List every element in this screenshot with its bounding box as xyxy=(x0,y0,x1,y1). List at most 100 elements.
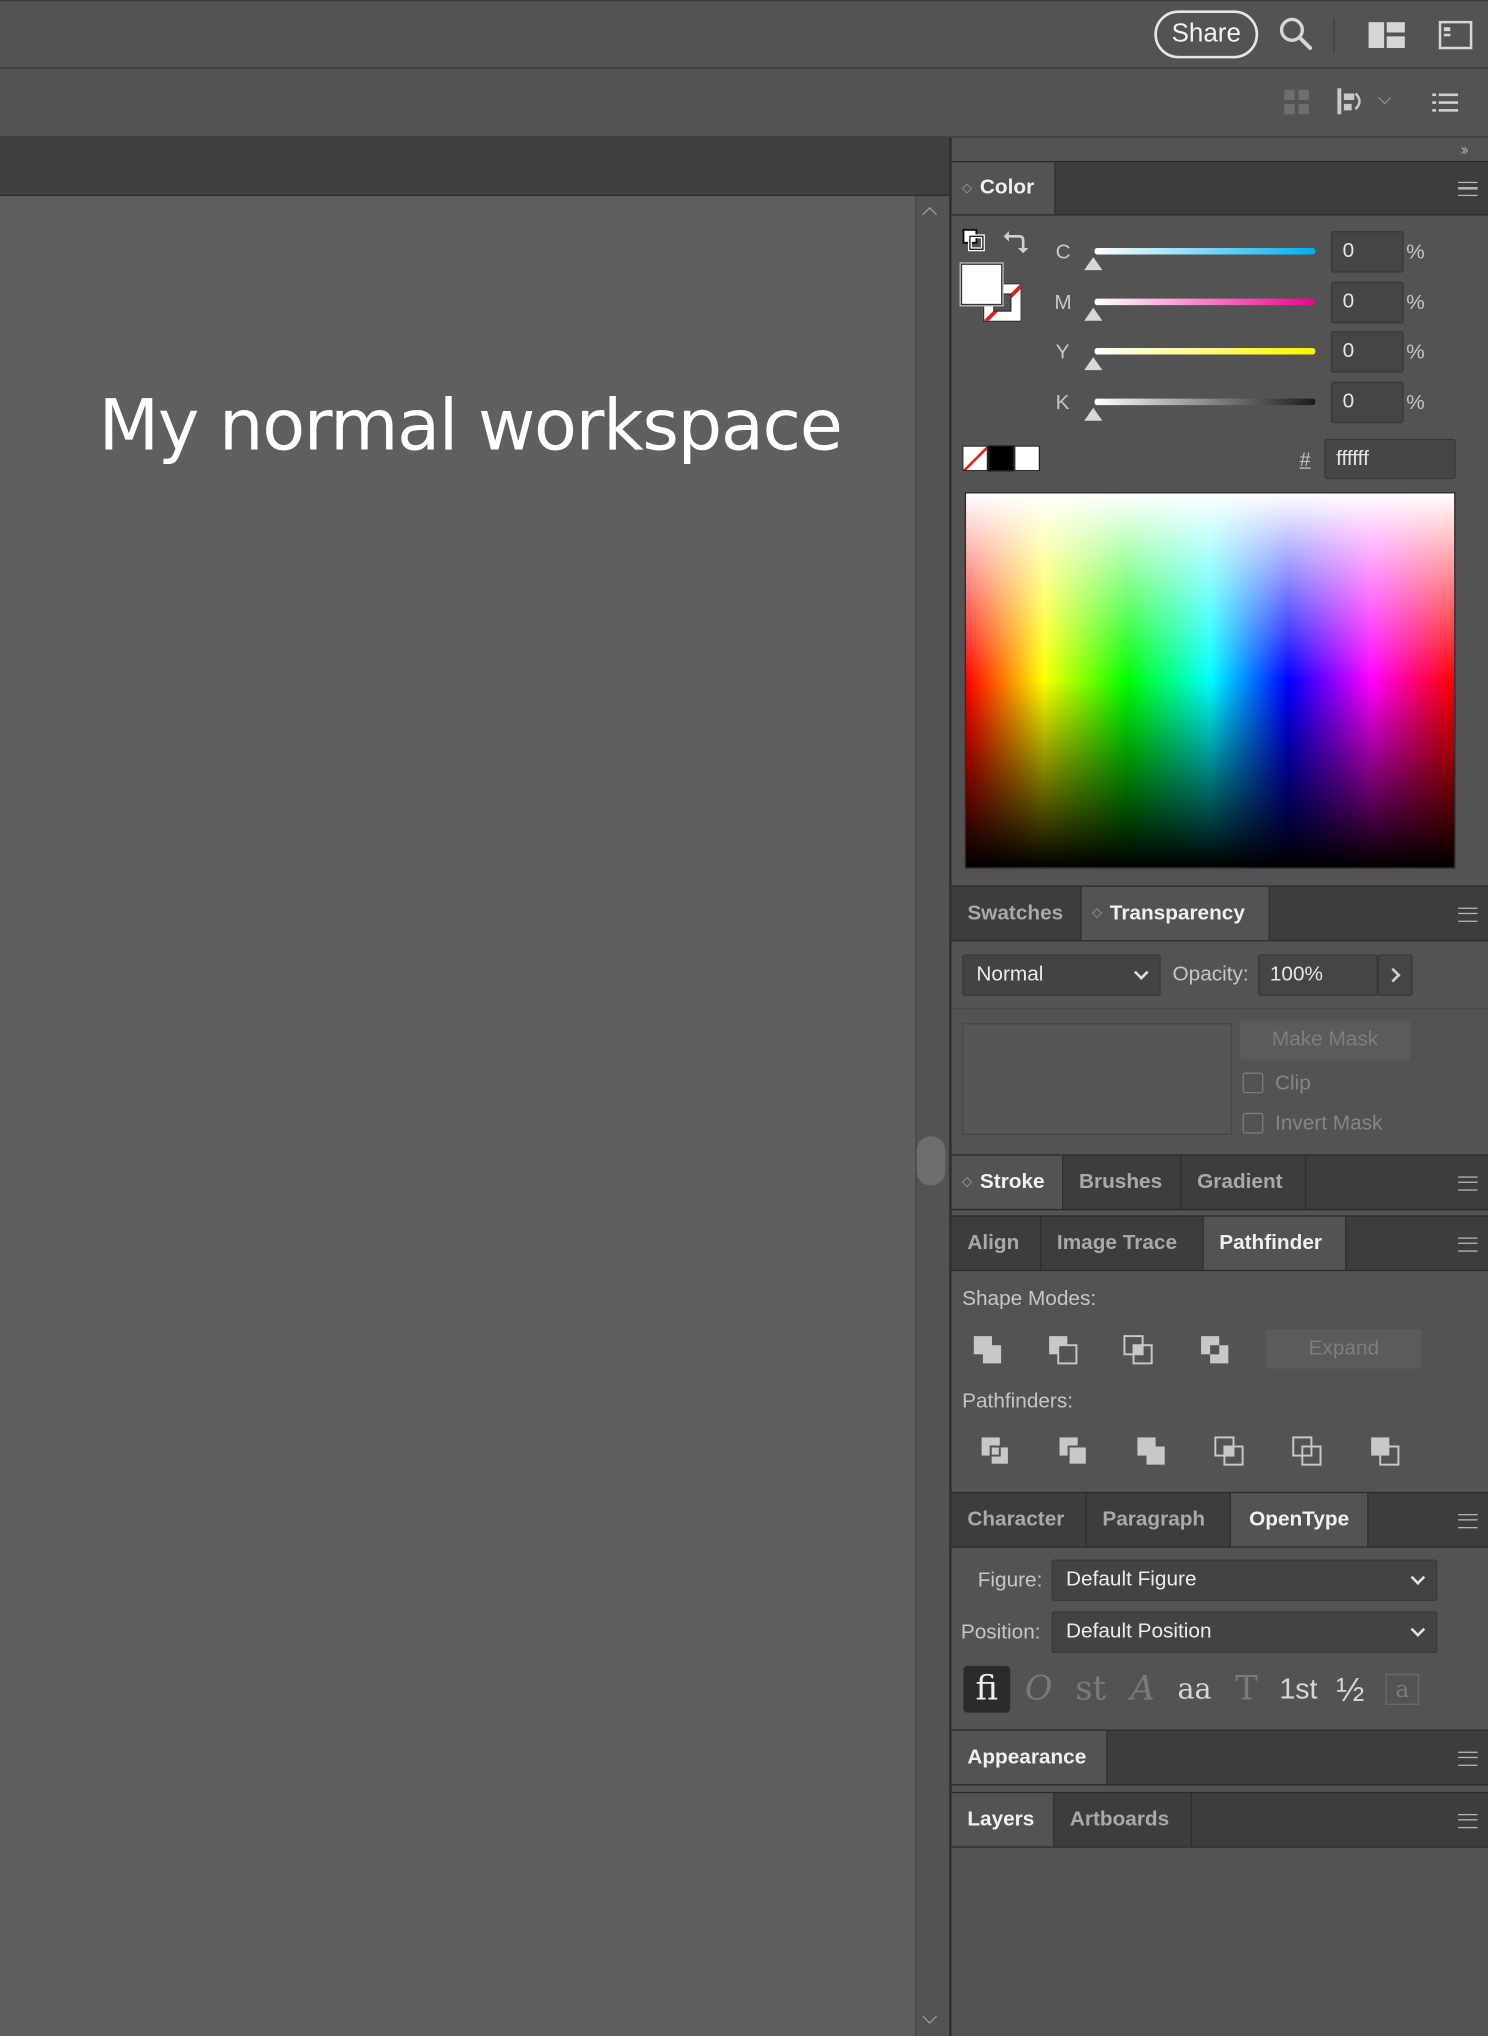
figure-value: Default Figure xyxy=(1066,1568,1197,1591)
channel-y-slider[interactable] xyxy=(1094,347,1316,355)
tab-stroke[interactable]: ◇ Stroke xyxy=(951,1155,1064,1209)
opacity-input[interactable]: 100% xyxy=(1258,954,1378,996)
artboard-text[interactable]: My normal workspace xyxy=(99,384,843,466)
channel-m-thumb[interactable] xyxy=(1084,307,1103,321)
swap-fill-stroke-icon[interactable] xyxy=(1002,229,1029,255)
collapse-dock-icon[interactable]: ›› xyxy=(1461,140,1469,158)
channel-y-thumb[interactable] xyxy=(1084,357,1103,371)
panel-menu-icon[interactable] xyxy=(1458,1236,1478,1252)
clip-checkbox[interactable] xyxy=(1242,1072,1264,1094)
intersect-icon[interactable] xyxy=(1122,1334,1156,1368)
search-icon[interactable] xyxy=(1275,13,1317,55)
tab-opentype[interactable]: OpenType xyxy=(1230,1493,1369,1547)
expand-button[interactable]: Expand xyxy=(1265,1329,1422,1369)
tab-color-label: Color xyxy=(979,176,1035,199)
position-select[interactable]: Default Position xyxy=(1051,1611,1438,1653)
tab-pathfinder[interactable]: Pathfinder xyxy=(1203,1216,1347,1270)
scrollbar-thumb[interactable] xyxy=(916,1136,946,1186)
standard-ligatures-icon[interactable]: fi xyxy=(963,1665,1011,1713)
chevron-down-icon xyxy=(1410,1570,1426,1585)
align-distribute-icon[interactable] xyxy=(1332,83,1368,119)
panel-menu-icon[interactable] xyxy=(1458,181,1478,197)
tab-paragraph[interactable]: Paragraph xyxy=(1087,1493,1231,1547)
merge-icon[interactable] xyxy=(1135,1435,1169,1469)
ordinals-icon[interactable]: 1st xyxy=(1275,1666,1322,1713)
canvas[interactable] xyxy=(0,196,916,2036)
channel-m-slider[interactable] xyxy=(1094,298,1316,306)
channel-k-value[interactable]: 0 xyxy=(1330,381,1404,424)
tab-layers[interactable]: Layers xyxy=(951,1793,1055,1847)
channel-y-label: Y xyxy=(1055,341,1070,364)
fractions-icon[interactable]: ½ xyxy=(1327,1666,1374,1713)
transparency-panel-tabs: Swatches ◇ Transparency xyxy=(951,885,1488,942)
panel-menu-icon[interactable] xyxy=(1458,1750,1478,1766)
panel-menu-icon[interactable] xyxy=(1458,1175,1478,1191)
make-mask-button[interactable]: Make Mask xyxy=(1240,1020,1411,1060)
default-fill-stroke-icon[interactable] xyxy=(962,228,985,252)
contextual-alternates-icon[interactable]: O xyxy=(1015,1666,1062,1713)
channel-c-thumb[interactable] xyxy=(1084,257,1103,271)
tab-swatches[interactable]: Swatches xyxy=(952,886,1082,941)
layers-panel-body xyxy=(951,1847,1488,2036)
channel-c-slider[interactable] xyxy=(1094,248,1316,255)
fill-swatch[interactable] xyxy=(960,263,1003,306)
exclude-icon[interactable] xyxy=(1198,1334,1232,1368)
crop-icon[interactable] xyxy=(1213,1435,1247,1469)
channel-m-value[interactable]: 0 xyxy=(1330,281,1404,324)
opacity-label: Opacity: xyxy=(1172,963,1249,986)
vertical-scrollbar[interactable] xyxy=(915,196,950,2036)
minus-front-icon[interactable] xyxy=(1047,1334,1081,1368)
tab-character[interactable]: Character xyxy=(952,1493,1087,1547)
discretionary-ligatures-icon[interactable]: st xyxy=(1067,1666,1114,1713)
tab-align[interactable]: Align xyxy=(952,1216,1042,1270)
workspace-switcher-icon[interactable] xyxy=(1366,16,1408,55)
tab-color[interactable]: ◇ Color xyxy=(951,162,1056,215)
tab-transparency[interactable]: ◇ Transparency xyxy=(1081,886,1270,941)
divide-icon[interactable] xyxy=(979,1435,1013,1469)
tab-image-trace[interactable]: Image Trace xyxy=(1041,1216,1204,1270)
black-swatch[interactable] xyxy=(988,445,1015,472)
hex-symbol: # xyxy=(1299,449,1311,472)
chevron-right-icon xyxy=(1385,967,1401,983)
channel-k-thumb[interactable] xyxy=(1084,407,1103,421)
invert-mask-checkbox[interactable] xyxy=(1242,1112,1264,1134)
tab-brushes[interactable]: Brushes xyxy=(1063,1155,1182,1209)
figure-select[interactable]: Default Figure xyxy=(1051,1559,1438,1602)
outline-icon[interactable] xyxy=(1291,1435,1325,1469)
channel-c-unit: % xyxy=(1406,241,1425,264)
arrange-grid-icon[interactable] xyxy=(1280,86,1314,120)
tab-artboards[interactable]: Artboards xyxy=(1054,1793,1192,1847)
chevron-down-icon xyxy=(1133,965,1149,980)
trim-icon[interactable] xyxy=(1057,1435,1091,1469)
opacity-slider-toggle[interactable] xyxy=(1377,954,1413,996)
properties-list-icon[interactable] xyxy=(1428,86,1462,120)
channel-c-value[interactable]: 0 xyxy=(1330,231,1404,273)
color-spectrum[interactable] xyxy=(964,492,1456,869)
channel-y-value[interactable]: 0 xyxy=(1330,331,1404,373)
channel-k-slider[interactable] xyxy=(1094,398,1316,406)
stylistic-alternates-icon[interactable]: aa xyxy=(1171,1666,1218,1713)
panel-menu-icon[interactable] xyxy=(1458,906,1478,922)
application-bar xyxy=(0,0,1488,69)
share-button[interactable]: Share xyxy=(1154,10,1259,59)
shape-modes-label: Shape Modes: xyxy=(962,1288,1097,1311)
control-bar xyxy=(0,70,1488,138)
hex-input[interactable]: ffffff xyxy=(1324,438,1456,480)
stylistic-sets-icon[interactable]: a xyxy=(1385,1673,1420,1705)
blend-mode-select[interactable]: Normal xyxy=(962,954,1161,996)
panel-layout-icon[interactable] xyxy=(1433,16,1477,55)
tab-appearance[interactable]: Appearance xyxy=(951,1730,1108,1785)
panel-menu-icon[interactable] xyxy=(1458,1813,1478,1828)
titling-alternates-icon[interactable]: T xyxy=(1223,1666,1270,1713)
panel-menu-icon[interactable] xyxy=(1458,1513,1478,1528)
minus-back-icon[interactable] xyxy=(1369,1435,1403,1469)
opentype-panel-tabs: Character Paragraph OpenType xyxy=(951,1491,1488,1548)
none-swatch[interactable] xyxy=(962,445,989,472)
unite-icon[interactable] xyxy=(971,1334,1005,1368)
clip-label: Clip xyxy=(1275,1072,1311,1095)
swash-icon[interactable]: A xyxy=(1119,1666,1166,1713)
white-swatch[interactable] xyxy=(1014,445,1041,472)
tab-gradient[interactable]: Gradient xyxy=(1182,1155,1307,1209)
expand-arrows-icon: ◇ xyxy=(1091,906,1102,921)
blend-mode-value: Normal xyxy=(976,963,1044,986)
